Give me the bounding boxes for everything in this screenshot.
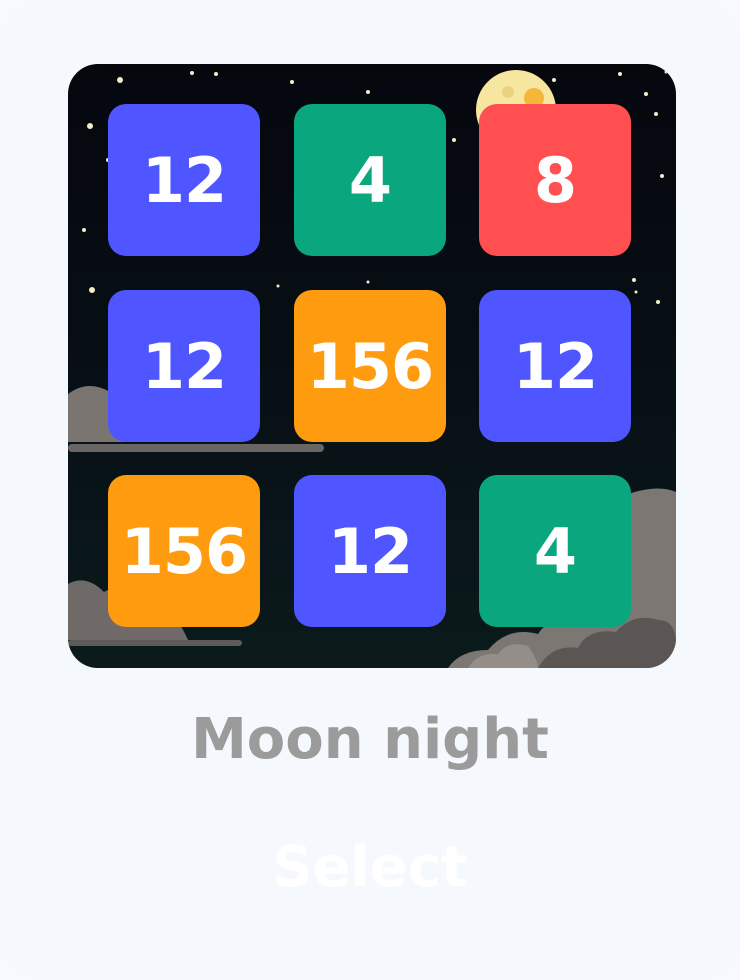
theme-name: Moon night	[191, 707, 549, 772]
theme-card[interactable]: 12 4 8 12 156 12 156 12 4 Moon night Sel…	[0, 0, 740, 980]
tile-r2-c2: 156	[294, 290, 446, 442]
select-button[interactable]: Select	[230, 825, 510, 911]
theme-preview: 12 4 8 12 156 12 156 12 4	[68, 64, 676, 668]
tile-r2-c1: 12	[108, 290, 260, 442]
tile-r1-c1: 12	[108, 104, 260, 256]
tile-r1-c2: 4	[294, 104, 446, 256]
tile-r2-c3: 12	[479, 290, 631, 442]
tile-r3-c1: 156	[108, 475, 260, 627]
tile-r1-c3: 8	[479, 104, 631, 256]
tile-r3-c3: 4	[479, 475, 631, 627]
tile-r3-c2: 12	[294, 475, 446, 627]
